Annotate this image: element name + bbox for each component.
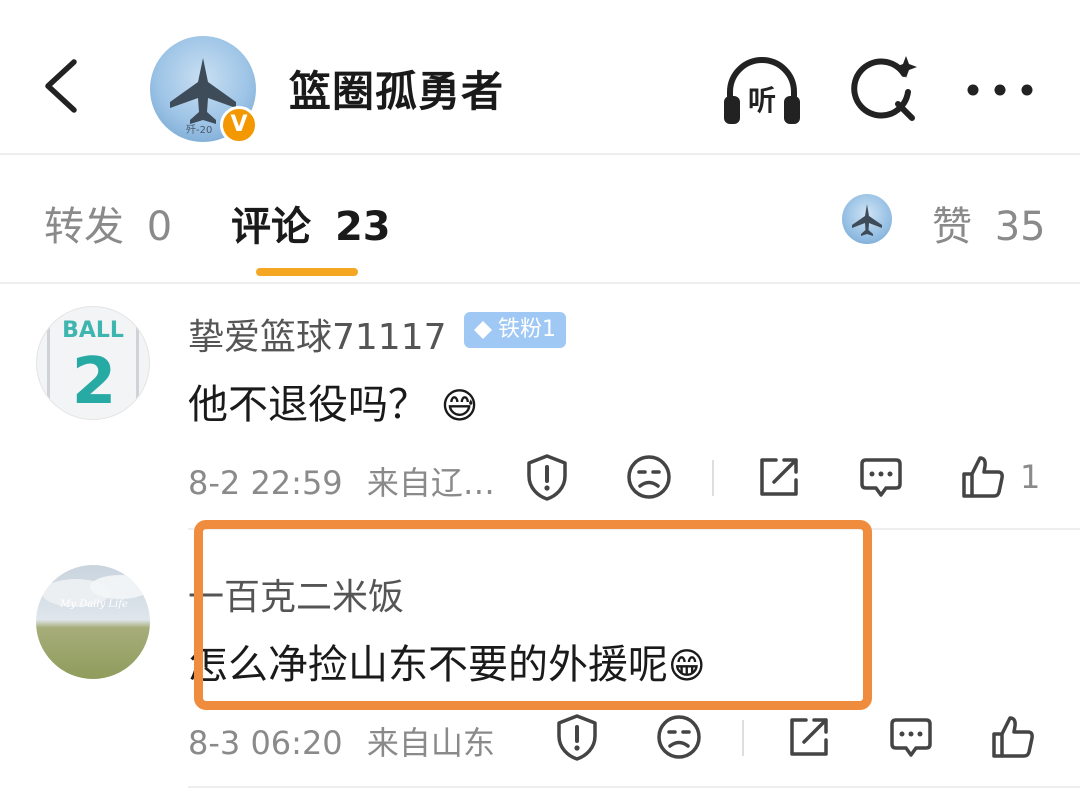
comment-time: 8-3 06:20 bbox=[188, 724, 343, 762]
comment-text: 他不退役吗？ 😅 bbox=[188, 372, 478, 430]
highlight-box bbox=[194, 520, 872, 710]
comment-divider bbox=[188, 786, 1080, 788]
sad-face-icon bbox=[627, 455, 671, 499]
thumbs-up-icon bbox=[962, 456, 1004, 498]
tab-likes-count: 35 bbox=[994, 204, 1046, 250]
like-count: 1 bbox=[1020, 458, 1041, 496]
headphones-icon: 听 bbox=[724, 57, 800, 124]
more-dots-icon bbox=[967, 84, 1033, 96]
comment-username[interactable]: 挚爱篮球71117 bbox=[188, 308, 447, 360]
tab-reposts[interactable]: 转发 0 bbox=[44, 194, 172, 252]
like-button[interactable] bbox=[988, 712, 1038, 762]
share-icon bbox=[760, 458, 798, 496]
tabs-divider bbox=[0, 282, 1080, 284]
comment-meta: 8-3 06:20 来自山东 bbox=[188, 718, 495, 764]
listen-button[interactable]: 听 bbox=[720, 50, 804, 134]
liker-avatar[interactable] bbox=[842, 194, 892, 244]
tab-comments[interactable]: 评论 23 bbox=[231, 194, 391, 252]
more-button[interactable] bbox=[965, 70, 1035, 110]
tab-reposts-label: 转发 bbox=[44, 204, 124, 250]
action-divider bbox=[712, 460, 714, 496]
landscape-image: My Daily Life bbox=[42, 575, 150, 610]
tab-reposts-count: 0 bbox=[146, 204, 173, 250]
verified-badge: V bbox=[220, 106, 258, 144]
report-button[interactable] bbox=[552, 712, 602, 762]
shield-alert-icon bbox=[527, 454, 567, 501]
commenter-avatar[interactable]: BALL 2 bbox=[36, 306, 150, 420]
search-button[interactable] bbox=[848, 52, 924, 128]
dislike-button[interactable] bbox=[624, 452, 674, 502]
chevron-left-icon bbox=[45, 59, 77, 113]
listen-label: 听 bbox=[748, 84, 776, 117]
diamond-icon bbox=[474, 321, 492, 339]
fan-badge: 铁粉1 bbox=[464, 312, 566, 348]
comment-source: 来自山东 bbox=[366, 724, 495, 762]
comment-meta: 8-2 22:59 来自辽… bbox=[188, 458, 495, 504]
tab-likes-label: 赞 bbox=[932, 204, 972, 250]
action-divider bbox=[742, 720, 744, 756]
tab-likes[interactable]: 赞 35 bbox=[932, 194, 1046, 252]
like-button[interactable] bbox=[958, 452, 1008, 502]
fan-badge-label: 铁粉1 bbox=[498, 317, 556, 342]
comment-source: 来自辽… bbox=[366, 464, 495, 502]
thumbs-up-icon bbox=[992, 716, 1034, 758]
comment-text-body: 他不退役吗？ bbox=[188, 382, 428, 428]
sad-face-icon bbox=[657, 715, 701, 759]
comment-bubble-icon bbox=[860, 458, 902, 497]
page-title: 篮圈孤勇者 bbox=[289, 67, 505, 116]
avatar-overlay-text: My Daily Life bbox=[59, 599, 128, 610]
comment-bubble-icon bbox=[890, 718, 932, 757]
share-icon bbox=[790, 718, 828, 756]
avatar-jersey-text: BALL bbox=[62, 318, 124, 343]
report-button[interactable] bbox=[522, 452, 572, 502]
back-button[interactable] bbox=[40, 56, 100, 116]
avatar-jersey-number: 2 bbox=[72, 345, 117, 419]
sweat-smile-emoji-icon: 😅 bbox=[440, 386, 479, 427]
reply-button[interactable] bbox=[886, 712, 936, 762]
tab-comments-count: 23 bbox=[334, 204, 391, 250]
commenter-avatar[interactable]: My Daily Life bbox=[36, 565, 150, 679]
avatar-caption: 歼-20 bbox=[186, 125, 213, 136]
jersey-icon: BALL 2 bbox=[47, 307, 139, 419]
share-button[interactable] bbox=[754, 452, 804, 502]
header-divider bbox=[0, 153, 1080, 155]
share-button[interactable] bbox=[784, 712, 834, 762]
tab-comments-label: 评论 bbox=[231, 204, 311, 250]
dislike-button[interactable] bbox=[654, 712, 704, 762]
active-tab-indicator bbox=[256, 268, 358, 276]
comment-time: 8-2 22:59 bbox=[188, 464, 343, 502]
shield-alert-icon bbox=[557, 714, 597, 761]
reply-button[interactable] bbox=[856, 452, 906, 502]
jet-icon bbox=[852, 204, 882, 236]
search-icon bbox=[851, 56, 917, 121]
